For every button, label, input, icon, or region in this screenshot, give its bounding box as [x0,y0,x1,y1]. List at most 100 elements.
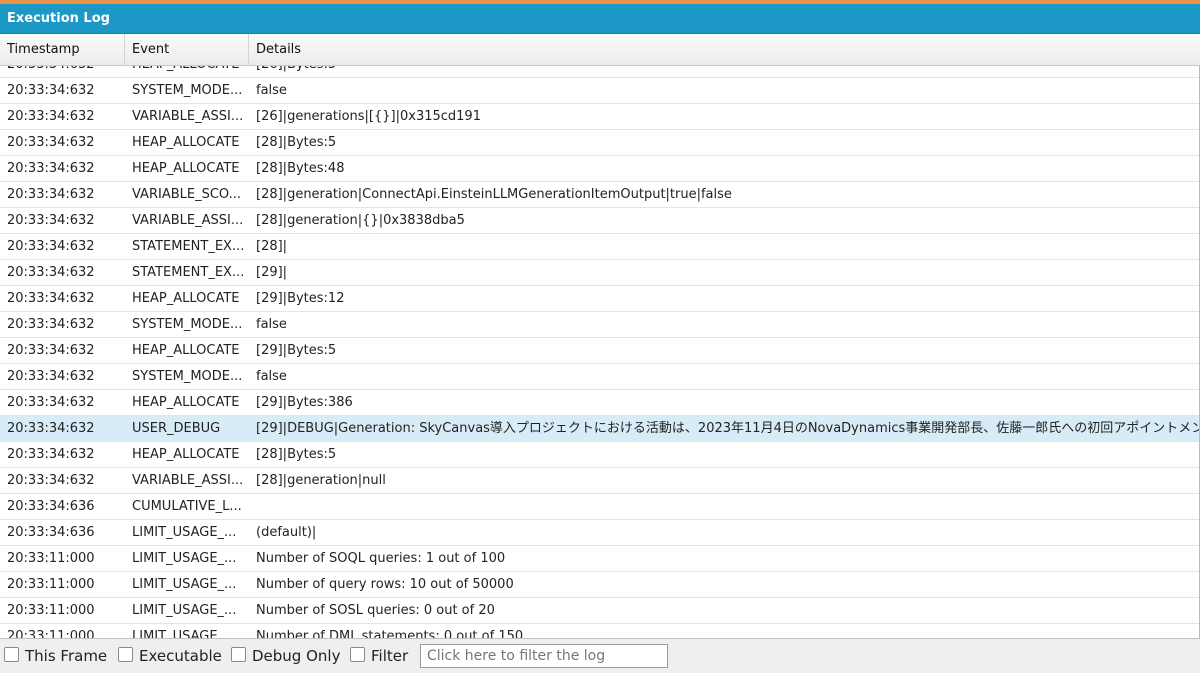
column-header-details[interactable]: Details [249,34,1200,66]
log-timestamp-cell: 20:33:11:000 [7,603,95,618]
log-event-cell: LIMIT_USAGE_... [132,525,237,540]
log-row[interactable]: 20:33:34:632 VARIABLE_ASSI... [26]|generat… [0,104,1200,130]
log-details-cell: Number of SOSL queries: 0 out of 20 [256,603,495,618]
log-event-cell: VARIABLE_ASSI... [132,109,244,124]
log-details-cell: [29]|Bytes:12 [256,291,345,306]
log-timestamp-cell: 20:33:34:632 [7,109,95,124]
filter-option[interactable]: Filter [350,639,408,673]
debug-only-label: Debug Only [252,647,341,665]
log-timestamp-cell: 20:33:34:632 [7,421,95,436]
log-row[interactable]: 20:33:34:632 HEAP_ALLOCATE [28]|Bytes:48 [0,156,1200,182]
this-frame-option[interactable]: This Frame [4,639,107,673]
log-event-cell: SYSTEM_MODE... [132,317,243,332]
log-details-cell: [28]|generation|null [256,473,386,488]
log-timestamp-cell: 20:33:34:632 [7,213,95,228]
log-details-cell: false [256,83,287,98]
log-timestamp-cell: 20:33:34:632 [7,291,95,306]
debug-only-option[interactable]: Debug Only [231,639,340,673]
log-row[interactable]: 20:33:11:000 LIMIT_USAGE_... Number of SOQ… [0,546,1200,572]
log-timestamp-cell: 20:33:34:632 [7,369,95,384]
log-event-cell: VARIABLE_ASSI... [132,213,244,228]
log-event-cell: HEAP_ALLOCATE [132,343,240,358]
log-timestamp-cell: 20:33:34:632 [7,265,95,280]
column-header-event[interactable]: Event [125,34,249,66]
log-timestamp-cell: 20:33:11:000 [7,577,95,592]
log-timestamp-cell: 20:33:34:632 [7,395,95,410]
log-row[interactable]: 20:33:34:632 HEAP_ALLOCATE [28]|Bytes:5 [0,130,1200,156]
log-row[interactable]: 20:33:34:632 HEAP_ALLOCATE [28]|Bytes:5 [0,442,1200,468]
log-event-cell: VARIABLE_SCO... [132,187,242,202]
log-details-cell: false [256,317,287,332]
filter-label: Filter [371,647,409,665]
log-timestamp-cell: 20:33:34:636 [7,499,95,514]
log-row[interactable]: 20:33:34:632 HEAP_ALLOCATE [29]|Bytes:386 [0,390,1200,416]
log-details-cell: [26]|Bytes:5 [249,66,1200,77]
log-timestamp-cell: 20:33:34:632 [7,473,95,488]
log-row[interactable]: 20:33:34:632 STATEMENT_EX... [28]| [0,234,1200,260]
log-row[interactable]: 20:33:34:632 SYSTEM_MODE... false [0,78,1200,104]
log-details-cell: [29]| [256,265,288,280]
log-rows: 20:33:34:632HEAP_ALLOCATE[26]|Bytes:520:… [0,66,1200,638]
log-row[interactable]: 20:33:34:636 CUMULATIVE_L... [0,494,1200,520]
log-event-cell: HEAP_ALLOCATE [132,135,240,150]
log-event-cell: HEAP_ALLOCATE [132,447,240,462]
log-row[interactable]: 20:33:34:632 VARIABLE_ASSI... [28]|generat… [0,208,1200,234]
log-row[interactable]: 20:33:11:000 LIMIT_USAGE_... Number of que… [0,572,1200,598]
log-timestamp-cell: 20:33:34:632 [7,83,95,98]
log-row[interactable]: 20:33:11:000 LIMIT_USAGE_... Number of DML… [0,624,1200,638]
log-row[interactable]: 20:33:34:632 SYSTEM_MODE... false [0,312,1200,338]
log-timestamp-cell: 20:33:34:632 [7,161,95,176]
log-details-cell: [26]|generations|[{}]|0x315cd191 [256,109,481,124]
log-timestamp-cell: 20:33:34:632 [7,317,95,332]
filter-input[interactable] [420,644,668,668]
log-event-cell: CUMULATIVE_L... [132,499,242,514]
log-event-cell: LIMIT_USAGE_... [132,577,237,592]
log-row[interactable]: 20:33:34:632 SYSTEM_MODE... false [0,364,1200,390]
log-rows-viewport[interactable]: 20:33:34:632HEAP_ALLOCATE[26]|Bytes:520:… [0,66,1200,638]
log-timestamp-cell: 20:33:34:632 [7,239,95,254]
log-event-cell: HEAP_ALLOCATE [125,66,247,77]
log-row[interactable]: 20:33:34:636 LIMIT_USAGE_... (default)| [0,520,1200,546]
this-frame-label: This Frame [25,647,108,665]
log-event-cell: HEAP_ALLOCATE [132,395,240,410]
execution-log-panel: Execution Log Timestamp Event Details 20… [0,4,1200,673]
log-timestamp-cell: 20:33:34:632 [7,447,95,462]
log-timestamp-cell: 20:33:34:632 [0,66,125,77]
column-header-timestamp[interactable]: Timestamp [0,34,125,66]
executable-checkbox[interactable] [118,647,133,662]
log-details-cell: Number of query rows: 10 out of 50000 [256,577,514,592]
log-details-cell [249,494,1200,519]
log-details-cell: [28]|Bytes:5 [256,135,337,150]
log-details-cell: Number of SOQL queries: 1 out of 100 [256,551,506,566]
this-frame-checkbox[interactable] [4,647,19,662]
log-details-cell: [29]|Bytes:386 [256,395,353,410]
log-event-cell: USER_DEBUG [132,421,221,436]
panel-title: Execution Log [0,4,1200,34]
filter-checkbox[interactable] [350,647,365,662]
log-row[interactable]: 20:33:34:632 VARIABLE_ASSI... [28]|generat… [0,468,1200,494]
log-filter-bar: This Frame Executable Debug Only Filter [0,638,1200,673]
log-row[interactable]: 20:33:34:632 VARIABLE_SCO... [28]|generati… [0,182,1200,208]
log-row[interactable]: 20:33:34:632 STATEMENT_EX... [29]| [0,260,1200,286]
log-details-cell: [28]|Bytes:48 [256,161,345,176]
log-row[interactable]: 20:33:34:632 HEAP_ALLOCATE [29]|Bytes:12 [0,286,1200,312]
log-event-cell: HEAP_ALLOCATE [132,161,240,176]
log-timestamp-cell: 20:33:34:632 [7,343,95,358]
executable-label: Executable [139,647,222,665]
log-details-cell: [29]|Bytes:5 [256,343,337,358]
executable-option[interactable]: Executable [118,639,222,673]
log-event-cell: SYSTEM_MODE... [132,369,243,384]
log-row[interactable]: 20:33:34:632 USER_DEBUG [29]|DEBUG|Generat… [0,416,1200,442]
log-event-cell: LIMIT_USAGE_... [132,629,237,638]
log-timestamp-cell: 20:33:34:632 [7,187,95,202]
log-event-cell: SYSTEM_MODE... [132,83,243,98]
debug-only-checkbox[interactable] [231,647,246,662]
log-row[interactable]: 20:33:34:632 HEAP_ALLOCATE [29]|Bytes:5 [0,338,1200,364]
log-details-cell: [28]|Bytes:5 [256,447,337,462]
log-event-cell: STATEMENT_EX... [132,265,245,280]
log-details-cell: [28]| [256,239,288,254]
log-event-cell: HEAP_ALLOCATE [132,291,240,306]
log-details-cell: (default)| [256,525,317,540]
log-row[interactable]: 20:33:11:000 LIMIT_USAGE_... Number of SOS… [0,598,1200,624]
log-row[interactable]: 20:33:34:632HEAP_ALLOCATE[26]|Bytes:5 [0,66,1200,78]
